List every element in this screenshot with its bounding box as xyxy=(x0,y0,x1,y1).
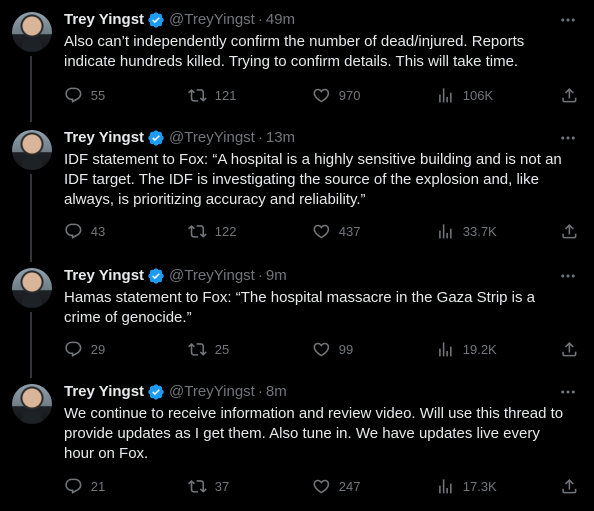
avatar[interactable] xyxy=(12,12,52,52)
verified-badge-icon xyxy=(147,11,165,29)
retweet-button[interactable]: 25 xyxy=(188,339,229,359)
verified-badge-icon xyxy=(147,267,165,285)
separator: · xyxy=(257,129,263,146)
reply-icon xyxy=(65,341,82,357)
separator: · xyxy=(257,267,263,284)
avatar[interactable] xyxy=(12,130,52,170)
separator: · xyxy=(257,383,263,400)
thread-line xyxy=(30,174,32,262)
like-button[interactable]: 247 xyxy=(312,476,360,496)
views-icon xyxy=(439,87,452,103)
more-icon[interactable] xyxy=(558,266,578,286)
views-count: 106K xyxy=(462,87,494,103)
like-icon xyxy=(313,88,330,103)
author-handle[interactable]: @TreyYingst xyxy=(169,10,255,30)
like-count: 437 xyxy=(338,223,361,239)
reply-button[interactable]: 55 xyxy=(64,85,105,105)
timestamp[interactable]: 13m xyxy=(266,128,295,148)
share-button[interactable] xyxy=(560,476,579,496)
retweet-icon xyxy=(188,479,207,493)
share-icon xyxy=(562,223,577,239)
timestamp[interactable]: 9m xyxy=(266,266,287,286)
like-icon xyxy=(313,479,330,494)
reply-icon xyxy=(65,478,82,494)
retweet-button[interactable]: 121 xyxy=(188,85,236,105)
avatar[interactable] xyxy=(12,268,52,308)
timestamp[interactable]: 8m xyxy=(266,382,287,402)
share-button[interactable] xyxy=(560,221,579,241)
like-count: 99 xyxy=(338,341,354,357)
retweet-count: 25 xyxy=(214,341,230,357)
like-button[interactable]: 970 xyxy=(312,85,360,105)
author-handle[interactable]: @TreyYingst xyxy=(169,128,255,148)
author-handle[interactable]: @TreyYingst xyxy=(169,382,255,402)
views-icon xyxy=(439,478,452,494)
tweet-text: Also can’t independently confirm the num… xyxy=(64,33,525,70)
tweet[interactable]: Trey Yingst @TreyYingst · 13m IDF statem… xyxy=(0,118,594,262)
views-icon xyxy=(439,223,452,239)
share-icon xyxy=(562,478,577,494)
reply-icon xyxy=(65,87,82,103)
retweet-icon xyxy=(188,88,207,102)
views-count: 19.2K xyxy=(462,341,497,357)
views-count: 33.7K xyxy=(462,223,497,239)
thread-line xyxy=(30,56,32,122)
reply-count: 43 xyxy=(90,223,106,239)
more-icon[interactable] xyxy=(558,382,578,402)
like-icon xyxy=(313,224,330,239)
views-button[interactable]: 17.3K xyxy=(436,476,497,496)
views-button[interactable]: 19.2K xyxy=(436,339,497,359)
reply-count: 29 xyxy=(90,341,106,357)
thread-line xyxy=(30,312,32,378)
views-button[interactable]: 106K xyxy=(436,85,493,105)
reply-button[interactable]: 29 xyxy=(64,339,105,359)
share-button[interactable] xyxy=(560,339,579,359)
author-name[interactable]: Trey Yingst xyxy=(64,266,144,286)
author-name[interactable]: Trey Yingst xyxy=(64,382,144,402)
more-icon[interactable] xyxy=(558,128,578,148)
more-icon[interactable] xyxy=(558,10,578,30)
tweet[interactable]: Trey Yingst @TreyYingst · 9m Hamas state… xyxy=(0,256,594,378)
share-icon xyxy=(562,341,577,357)
reply-button[interactable]: 43 xyxy=(64,221,105,241)
author-handle[interactable]: @TreyYingst xyxy=(169,266,255,286)
like-button[interactable]: 437 xyxy=(312,221,360,241)
reply-count: 21 xyxy=(90,478,106,494)
like-count: 970 xyxy=(338,87,361,103)
share-button[interactable] xyxy=(560,85,579,105)
timestamp[interactable]: 49m xyxy=(266,10,295,30)
like-button[interactable]: 99 xyxy=(312,339,353,359)
avatar[interactable] xyxy=(12,384,52,424)
separator: · xyxy=(257,11,263,28)
retweet-count: 37 xyxy=(214,478,230,494)
retweet-button[interactable]: 37 xyxy=(188,476,229,496)
retweet-icon xyxy=(188,342,207,356)
retweet-button[interactable]: 122 xyxy=(188,221,236,241)
reply-button[interactable]: 21 xyxy=(64,476,105,496)
tweet[interactable]: Trey Yingst @TreyYingst · 8m We continue… xyxy=(0,372,594,511)
author-name[interactable]: Trey Yingst xyxy=(64,10,144,30)
views-button[interactable]: 33.7K xyxy=(436,221,497,241)
like-icon xyxy=(313,342,330,357)
tweet-text: We continue to receive information and r… xyxy=(64,405,564,462)
verified-badge-icon xyxy=(147,383,165,401)
tweet-text: IDF statement to Fox: “A hospital is a h… xyxy=(64,151,562,208)
reply-icon xyxy=(65,223,82,239)
author-name[interactable]: Trey Yingst xyxy=(64,128,144,148)
retweet-icon xyxy=(188,224,207,238)
retweet-count: 122 xyxy=(214,223,237,239)
like-count: 247 xyxy=(338,478,361,494)
share-icon xyxy=(562,87,577,103)
views-icon xyxy=(439,341,452,357)
verified-badge-icon xyxy=(147,129,165,147)
reply-count: 55 xyxy=(90,87,106,103)
tweet-text: Hamas statement to Fox: “The hospital ma… xyxy=(64,289,536,326)
tweet[interactable]: Trey Yingst @TreyYingst · 49m Also can’t… xyxy=(0,0,594,122)
retweet-count: 121 xyxy=(214,87,237,103)
views-count: 17.3K xyxy=(462,478,497,494)
